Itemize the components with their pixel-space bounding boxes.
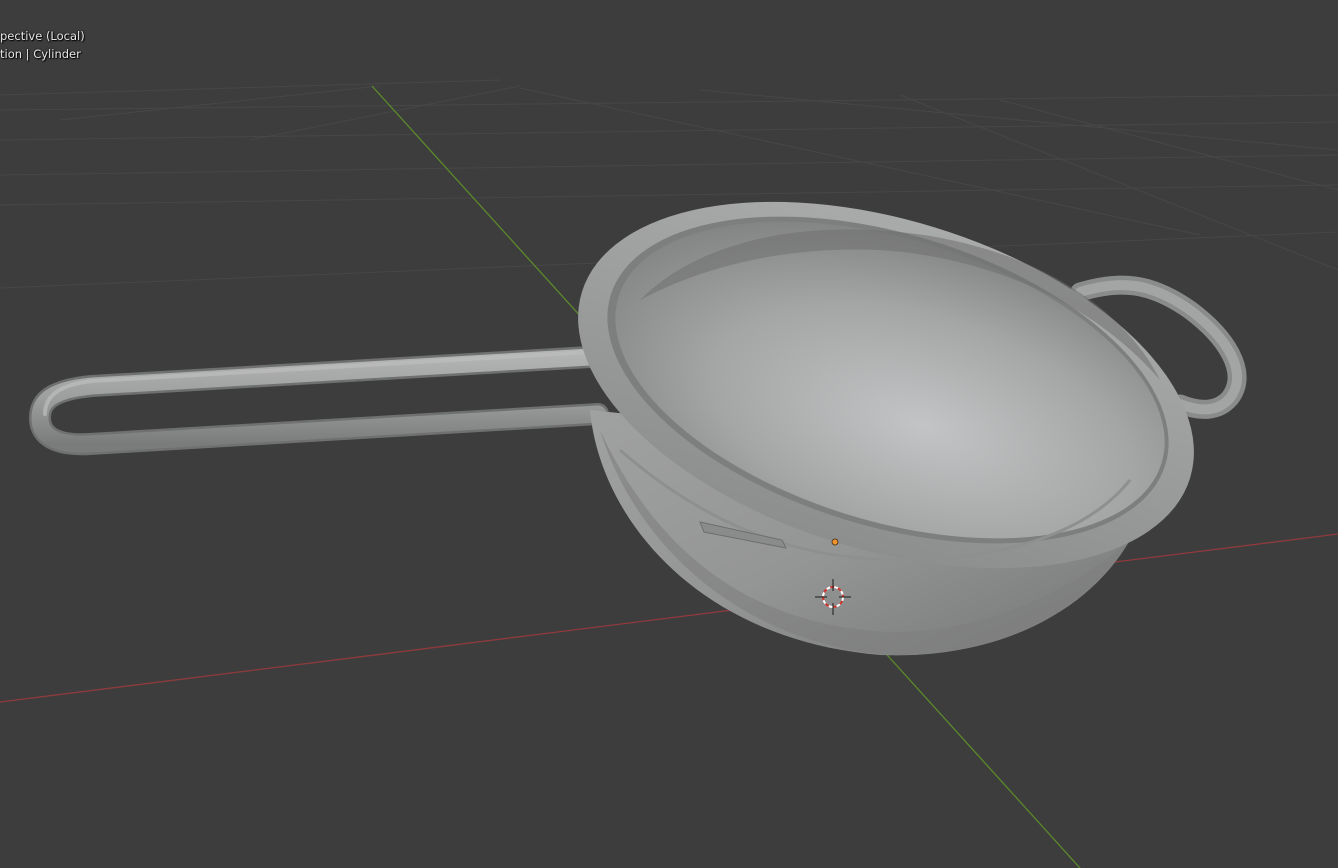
view-name-label: pective (Local): [0, 29, 85, 43]
viewport-scene[interactable]: [0, 0, 1338, 868]
3d-viewport[interactable]: pective (Local) tion | Cylinder: [0, 0, 1338, 868]
origin-dot-icon[interactable]: [831, 538, 839, 546]
long-handle: [28, 346, 609, 456]
view-context-label: tion | Cylinder: [0, 47, 81, 61]
